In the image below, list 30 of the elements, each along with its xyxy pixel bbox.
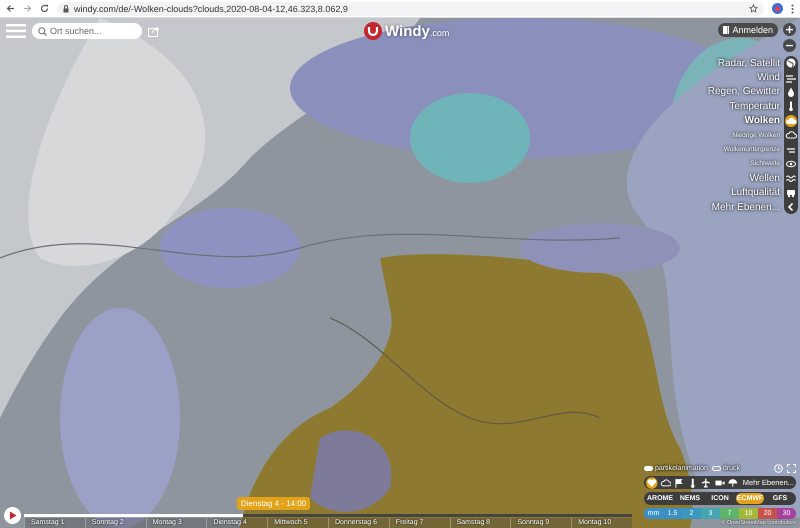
cloud-icon[interactable] bbox=[660, 476, 672, 488]
reload-icon[interactable] bbox=[40, 4, 49, 13]
door-icon bbox=[723, 26, 730, 34]
logo-name: Windy bbox=[385, 22, 430, 40]
address-bar[interactable]: windy.com/de/-Wolken-clouds?clouds,2020-08-04-12,46.323,8.062,9 bbox=[57, 2, 764, 16]
heart-icon[interactable] bbox=[646, 476, 658, 488]
toggle-switch[interactable] bbox=[712, 466, 721, 471]
search-field[interactable]: Ort suchen... bbox=[32, 23, 142, 39]
eye-icon[interactable] bbox=[785, 158, 797, 170]
plane-icon[interactable] bbox=[700, 476, 712, 488]
play-icon bbox=[8, 511, 16, 520]
avatar-icon[interactable] bbox=[772, 3, 783, 14]
timeline-track[interactable] bbox=[24, 514, 632, 517]
back-icon[interactable] bbox=[6, 4, 15, 13]
login-button[interactable]: Anmelden bbox=[718, 23, 778, 37]
flag-icon[interactable] bbox=[673, 476, 685, 488]
cloud-icon[interactable] bbox=[785, 129, 797, 142]
umbrella-icon[interactable] bbox=[727, 476, 739, 488]
logo-icon bbox=[364, 22, 382, 40]
toggle-switch[interactable] bbox=[644, 466, 653, 471]
time-tooltip: Dienstag 4 - 14:00 bbox=[236, 497, 310, 510]
star-icon[interactable] bbox=[749, 4, 758, 13]
url-text: windy.com/de/-Wolken-clouds?clouds,2020-08-04-12,46.323,8.062,9 bbox=[74, 4, 348, 14]
lock-icon bbox=[63, 4, 69, 12]
more-icon[interactable] bbox=[791, 4, 794, 14]
globe-icon[interactable] bbox=[785, 57, 797, 70]
cloud-icon[interactable] bbox=[785, 114, 797, 127]
drop-icon[interactable] bbox=[785, 86, 797, 98]
search-icon bbox=[38, 26, 47, 36]
logo-suffix: .com bbox=[430, 28, 450, 38]
